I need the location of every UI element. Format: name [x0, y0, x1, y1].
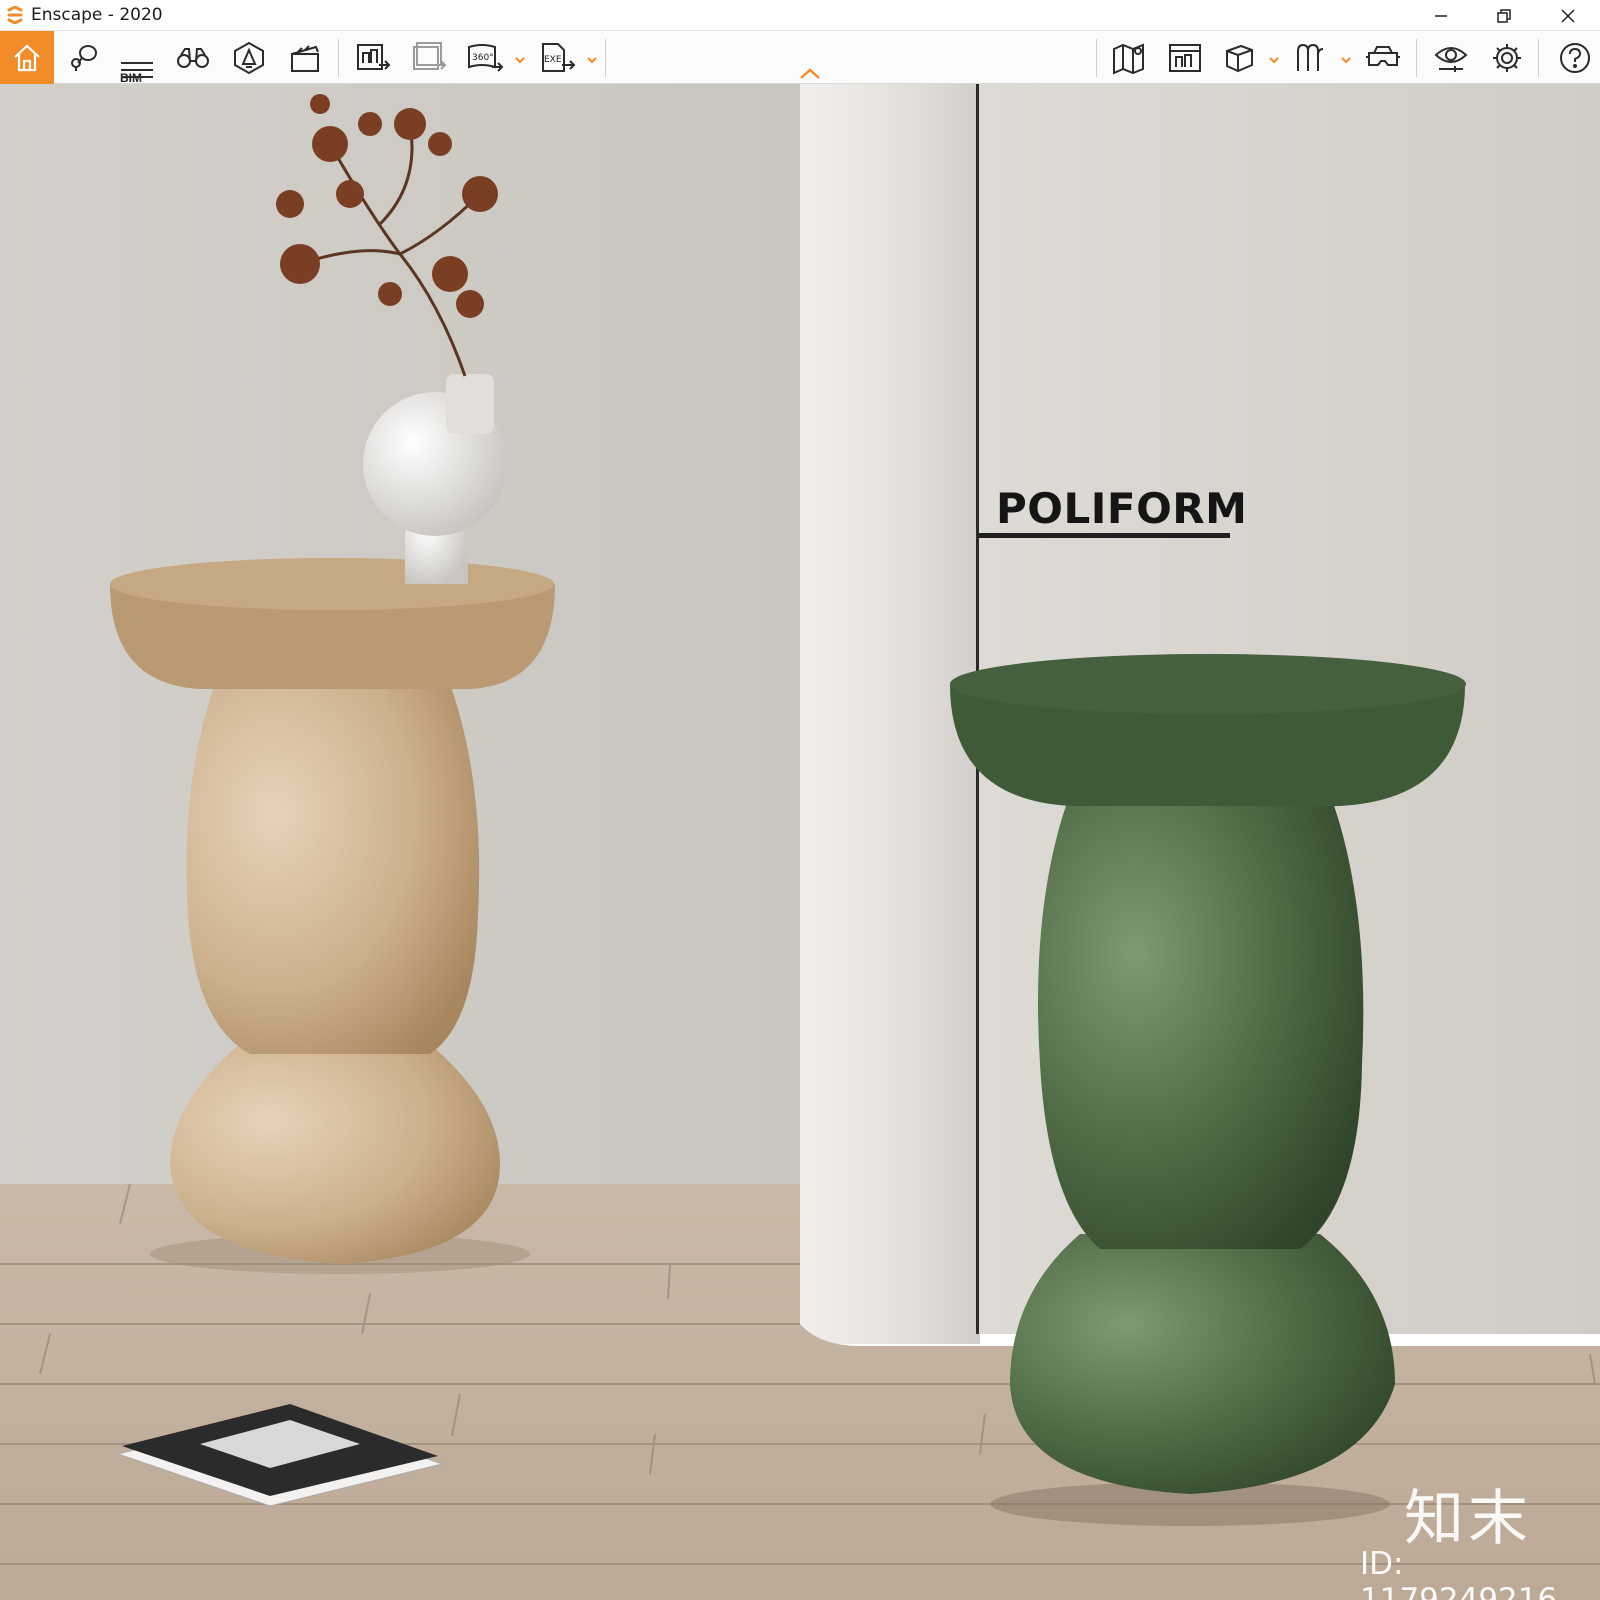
- view-mode-dropdown-chevron[interactable]: [1268, 53, 1280, 65]
- material-editor-button[interactable]: [1288, 35, 1334, 81]
- export-exe-button[interactable]: EXE: [534, 35, 580, 81]
- watermark-logo: 知末: [1404, 1484, 1532, 1554]
- asset-library-icon: [1169, 44, 1201, 72]
- brand-label: POLIFORM: [996, 484, 1248, 533]
- map-icon: [1113, 43, 1144, 75]
- export-dropdown-chevron[interactable]: [586, 53, 598, 65]
- chevron-down-icon: [1269, 57, 1279, 64]
- restore-button[interactable]: [1474, 0, 1534, 31]
- home-button[interactable]: [0, 31, 54, 84]
- views-button[interactable]: [60, 35, 106, 81]
- scene-render: [0, 84, 1600, 1600]
- binoculars-icon: [177, 48, 209, 68]
- clapperboard-icon: [291, 45, 319, 72]
- map-button[interactable]: [1106, 35, 1152, 81]
- video-editor-button[interactable]: [282, 35, 328, 81]
- visual-settings-button[interactable]: [1428, 35, 1474, 81]
- settings-gear-icon: [1493, 44, 1521, 72]
- batch-render-button[interactable]: [406, 35, 452, 81]
- panorama-button[interactable]: 360°: [462, 35, 508, 81]
- home-icon: [14, 44, 40, 71]
- restore-icon: [1497, 8, 1511, 23]
- panorama-dropdown-chevron[interactable]: [514, 53, 526, 65]
- cube-view-icon: [1226, 44, 1253, 73]
- binoculars-button[interactable]: [170, 35, 216, 81]
- atmosphere-button[interactable]: [226, 35, 272, 81]
- toolbar-separator: [338, 39, 339, 77]
- brand-underline: [978, 533, 1230, 538]
- vr-headset-icon: [1366, 46, 1400, 66]
- panorama-360-icon: 360°: [468, 44, 504, 72]
- svg-text:EXE: EXE: [544, 55, 562, 65]
- help-icon: [1560, 43, 1590, 73]
- batch-render-icon: [413, 42, 447, 70]
- atmosphere-bell-icon: [234, 41, 264, 75]
- toolbar-separator: [1538, 39, 1539, 77]
- minimize-button[interactable]: [1411, 0, 1471, 31]
- visual-settings-eye-icon: [1434, 47, 1468, 72]
- settings-button[interactable]: [1484, 35, 1530, 81]
- chevron-down-icon: [587, 57, 597, 64]
- material-editor-icon: [1297, 43, 1324, 71]
- toolbar-separator: [1416, 39, 1417, 77]
- bim-list-icon: [121, 62, 153, 78]
- collapse-toolbar-button[interactable]: [798, 66, 822, 82]
- close-icon: [1561, 8, 1575, 23]
- toolbar-separator: [1096, 39, 1097, 77]
- help-button[interactable]: [1552, 35, 1598, 81]
- material-dropdown-chevron[interactable]: [1340, 53, 1352, 65]
- chevron-down-icon: [1341, 57, 1351, 64]
- title-bar: Enscape - 2020: [0, 0, 1600, 31]
- svg-text:360°: 360°: [472, 53, 494, 63]
- chevron-down-icon: [515, 57, 525, 64]
- render-image-button[interactable]: [350, 35, 396, 81]
- watermark-id: ID: 1179249216: [1360, 1546, 1558, 1600]
- chevron-up-icon: [800, 68, 820, 79]
- minimize-icon: [1435, 14, 1447, 17]
- export-exe-icon: EXE: [542, 43, 576, 72]
- vr-headset-button[interactable]: [1360, 35, 1406, 81]
- view-mode-button[interactable]: [1216, 35, 1262, 81]
- enscape-logo-icon: [5, 5, 25, 25]
- render-viewport[interactable]: POLIFORM 知末 ID: 1179249216: [0, 84, 1600, 1600]
- window-title: Enscape - 2020: [31, 5, 163, 25]
- render-image-icon: [357, 44, 391, 70]
- close-button[interactable]: [1538, 0, 1598, 31]
- location-pin-icon: [71, 45, 97, 71]
- toolbar-separator: [605, 39, 606, 77]
- asset-library-button[interactable]: [1162, 35, 1208, 81]
